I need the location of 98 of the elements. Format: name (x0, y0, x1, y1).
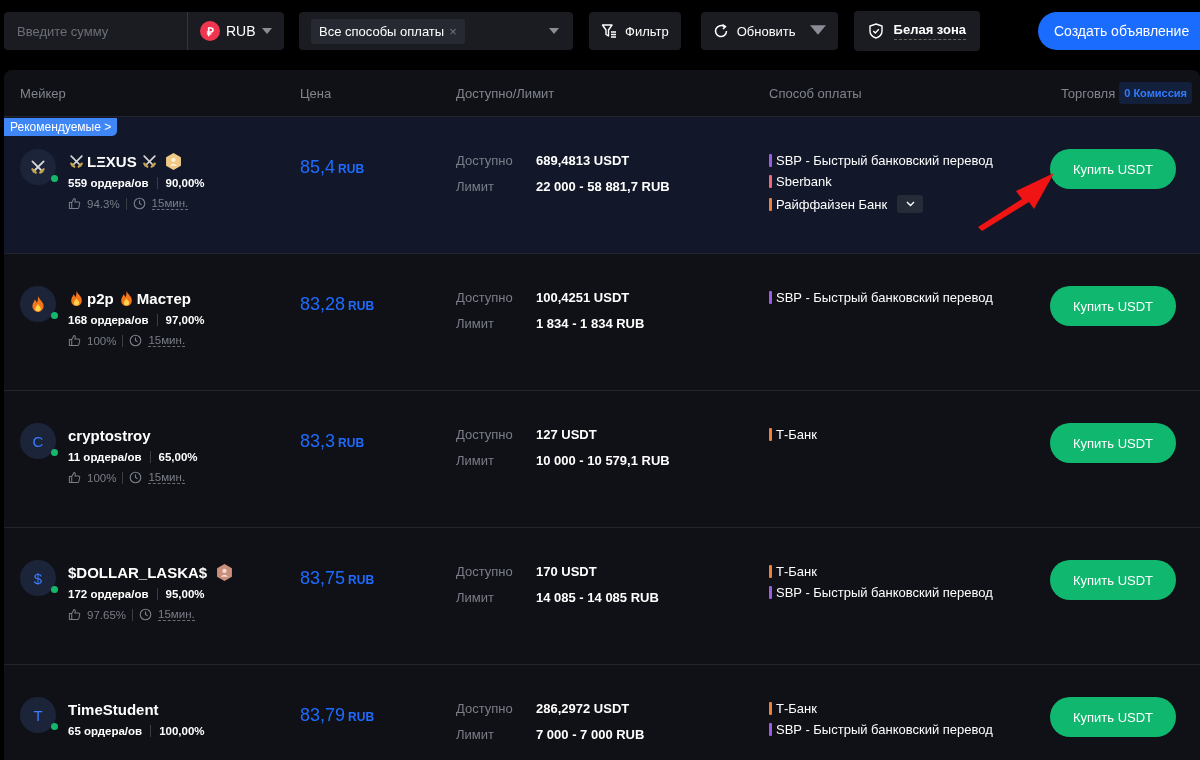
payment-method: Sberbank (776, 174, 832, 189)
limit-range: 1 834 - 1 834 RUB (536, 316, 646, 331)
completion-rate: 100,00% (159, 725, 205, 737)
caret-icon (549, 28, 560, 34)
clock-icon (129, 471, 143, 484)
order-count: 65 ордера/ов (68, 725, 143, 737)
limit-label: Лимит (456, 179, 495, 194)
refresh-icon (712, 23, 729, 39)
clock-icon (129, 334, 143, 347)
chevron-down-icon (905, 201, 915, 207)
completion-rate: 90,00% (165, 177, 205, 189)
available-label: Доступно (456, 153, 514, 168)
order-count: 559 ордера/ов (68, 177, 149, 189)
maker-name[interactable]: LΞXUS (87, 152, 137, 170)
thumbs-up-icon (68, 608, 81, 621)
rating: 97.65% (87, 608, 126, 621)
column-header: Цена (300, 85, 332, 101)
rating: 94.3% (87, 197, 120, 210)
payment-time: 15мин. (148, 471, 186, 484)
maker-name[interactable]: Мастер (136, 289, 191, 307)
maker-name[interactable]: cryptostroy (68, 426, 151, 444)
price: 83,79 RUB (300, 704, 376, 727)
payment-method: Т-Банк (776, 701, 817, 716)
column-header: Торговля (1060, 85, 1116, 101)
completion-rate: 65,00% (158, 451, 198, 463)
column-header: Мейкер (20, 85, 66, 101)
avatar-icon (29, 158, 47, 176)
swords-icon (140, 152, 158, 170)
price: 83,28 RUB (300, 293, 376, 316)
filter-button[interactable]: Фильтр (589, 12, 681, 50)
price: 83,3 RUB (300, 430, 366, 453)
price: 85,4 RUB (300, 156, 366, 179)
badge-icon (164, 152, 182, 170)
caret-icon (261, 28, 272, 34)
expand-button[interactable] (897, 195, 924, 213)
thumbs-up-icon (68, 197, 81, 210)
currency-select[interactable]: ₽ RUB (188, 12, 284, 50)
order-count: 168 ордера/ов (68, 314, 149, 326)
available-label: Доступно (456, 427, 514, 442)
limit-range: 22 000 - 58 881,7 RUB (536, 179, 671, 194)
available-amount: 170 USDT (536, 564, 598, 579)
limit-label: Лимит (456, 316, 495, 331)
create-ad-button[interactable]: Создать объявление (1038, 12, 1200, 50)
available-amount: 689,4813 USDT (536, 153, 631, 168)
order-count: 172 ордера/ов (68, 588, 149, 600)
swords-icon (68, 152, 85, 170)
avatar: $ (20, 560, 56, 596)
available-label: Доступно (456, 290, 514, 305)
filter-icon (601, 23, 618, 39)
payment-method: SBP - Быстрый банковский перевод (776, 585, 993, 600)
completion-rate: 97,00% (165, 314, 205, 326)
commission-badge: 0 Комиссия (1119, 82, 1192, 104)
thumbs-up-icon (68, 334, 81, 347)
avatar: C (20, 423, 56, 459)
avatar: T (20, 697, 56, 733)
column-header: Способ оплаты (769, 85, 862, 101)
available-label: Доступно (456, 564, 514, 579)
maker-name[interactable]: p2p (87, 289, 114, 307)
available-label: Доступно (456, 701, 514, 716)
thumbs-up-icon (68, 471, 81, 484)
payment-method: SBP - Быстрый банковский перевод (776, 722, 993, 737)
clock-icon (132, 197, 146, 210)
available-amount: 286,2972 USDT (536, 701, 631, 716)
limit-range: 14 085 - 14 085 RUB (536, 590, 660, 605)
payment-method: Райффайзен Банк (776, 196, 888, 212)
order-count: 11 ордера/ов (68, 451, 142, 463)
maker-name[interactable]: $DOLLAR_LASKA$ (68, 563, 208, 581)
column-header: Доступно/Лимит (456, 85, 555, 101)
payment-method: Т-Банк (776, 427, 817, 442)
limit-label: Лимит (456, 727, 495, 742)
available-amount: 100,4251 USDT (536, 290, 631, 305)
rating: 100% (87, 471, 117, 484)
limit-label: Лимит (456, 590, 495, 605)
refresh-button[interactable]: Обновить (700, 12, 838, 50)
payment-method: SBP - Быстрый банковский перевод (776, 153, 993, 168)
shield-icon (867, 23, 884, 39)
recommended-tag[interactable]: Рекомендуемые > (4, 118, 118, 136)
payment-method: SBP - Быстрый банковский перевод (776, 290, 993, 305)
available-amount: 127 USDT (536, 427, 598, 442)
limit-range: 10 000 - 10 579,1 RUB (536, 453, 671, 468)
amount-field[interactable]: Введите сумму (4, 12, 188, 50)
zone-button[interactable]: Белая зона (853, 11, 980, 51)
limit-label: Лимит (456, 453, 495, 468)
payment-method-select[interactable]: Все способы оплаты × (299, 12, 574, 50)
completion-rate: 95,00% (165, 588, 205, 600)
flame-icon (68, 289, 85, 307)
maker-name[interactable]: TimeStudent (68, 700, 159, 718)
price: 83,75 RUB (300, 567, 376, 590)
payment-time: 15мин. (148, 334, 186, 347)
payment-method: Т-Банк (776, 564, 817, 579)
badge-icon (216, 563, 234, 581)
clock-icon (139, 608, 152, 621)
tag-label: Все способы оплаты (319, 23, 445, 39)
avatar-icon (29, 295, 47, 313)
payment-time: 15мин. (151, 197, 189, 210)
rating: 100% (87, 334, 117, 347)
payment-time: 15мин. (158, 608, 195, 621)
limit-range: 7 000 - 7 000 RUB (536, 727, 646, 742)
